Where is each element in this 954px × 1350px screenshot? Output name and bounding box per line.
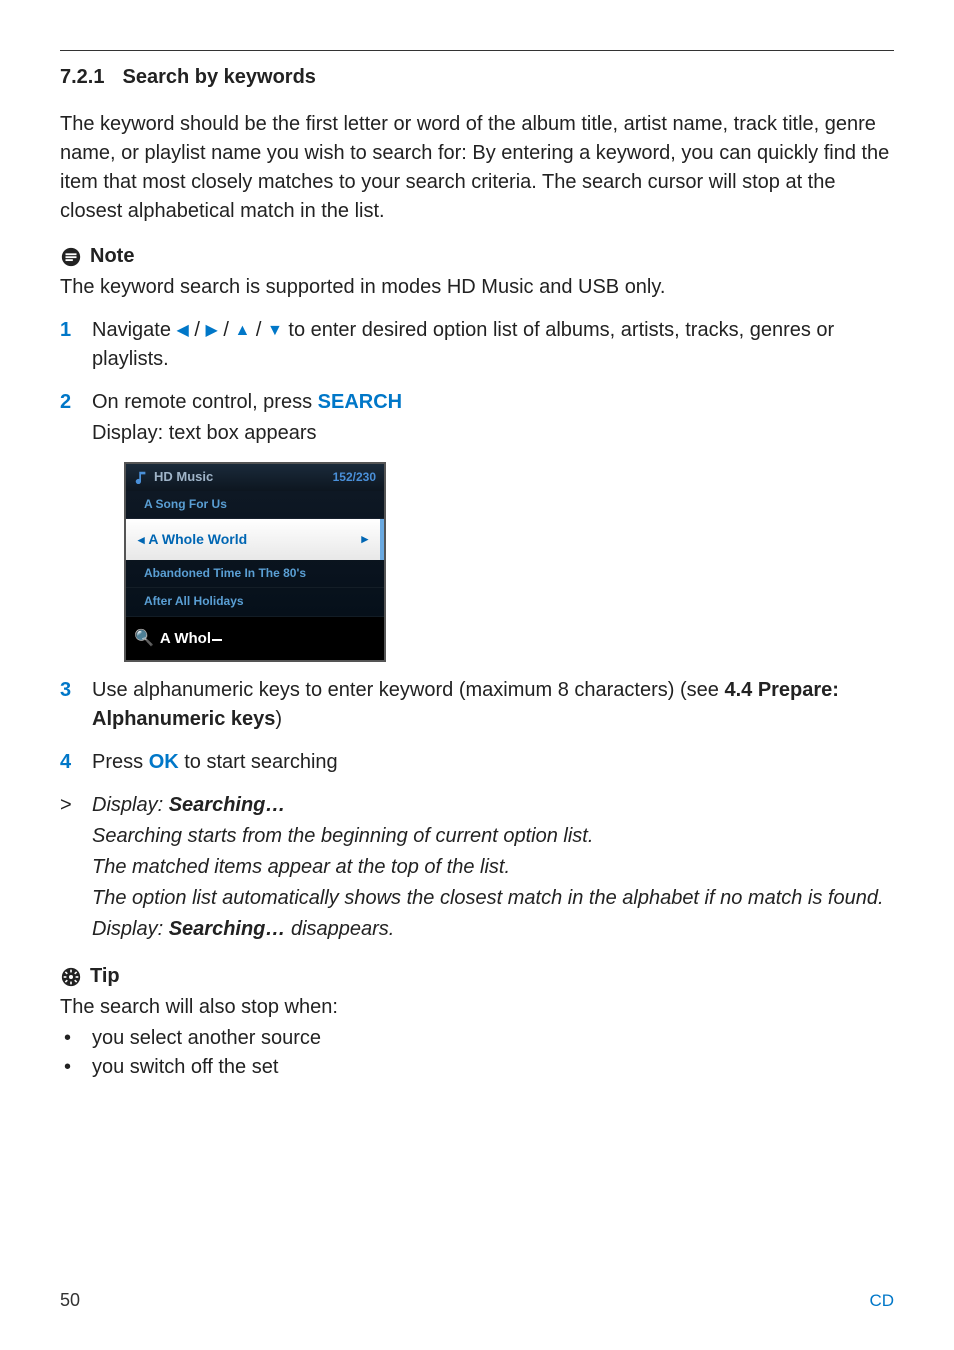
result-text: disappears. <box>285 918 394 940</box>
screenshot-search-row: 🔍 A Whol <box>126 617 384 660</box>
step-content: Use alphanumeric keys to enter keyword (… <box>92 676 894 734</box>
list-item: After All Holidays <box>126 588 384 616</box>
step-text: to start searching <box>179 751 338 773</box>
steps-list-continued: 3 Use alphanumeric keys to enter keyword… <box>60 676 894 944</box>
step-content: Press OK to start searching <box>92 748 894 777</box>
down-arrow-icon: ▼ <box>267 322 283 339</box>
page-number: 50 <box>60 1287 80 1313</box>
right-caret-icon: ▸ <box>361 530 368 549</box>
step-4: 4 Press OK to start searching <box>60 748 894 777</box>
bullet-item: •you select another source <box>60 1024 894 1053</box>
step-text: to enter desired option list of albums, … <box>92 319 834 370</box>
left-caret-icon: ◂ <box>138 532 145 547</box>
search-button-label: SEARCH <box>318 391 402 413</box>
music-icon <box>134 470 148 484</box>
step-content: Navigate ◀ / ▶ / ▲ / ▼ to enter desired … <box>92 316 894 374</box>
list-item: A Song For Us <box>126 491 384 519</box>
list-item-selected: ◂ A Whole World ▸ <box>126 519 384 560</box>
screenshot-list: A Song For Us ◂ A Whole World ▸ Abandone… <box>126 491 384 617</box>
step-text: Press <box>92 751 149 773</box>
step-marker: 2 <box>60 388 92 448</box>
bullet-item: •you switch off the set <box>60 1053 894 1082</box>
note-label: Note <box>90 242 134 271</box>
footer-section: CD <box>869 1289 894 1314</box>
search-input-text: A Whol <box>160 630 211 647</box>
list-item: Abandoned Time In The 80's <box>126 560 384 588</box>
bullet-dot: • <box>60 1024 92 1053</box>
magnifier-icon: 🔍 <box>134 627 154 650</box>
selected-item-label: A Whole World <box>148 531 247 547</box>
result-content: Display: Searching… Searching starts fro… <box>92 791 894 944</box>
intro-paragraph: The keyword should be the first letter o… <box>60 110 894 226</box>
tip-label: Tip <box>90 962 120 991</box>
section-heading: 7.2.1 Search by keywords <box>60 63 894 92</box>
page-footer: 50 CD <box>60 1287 894 1314</box>
bullet-dot: • <box>60 1053 92 1082</box>
result-text: Display: Searching… disappears. <box>92 915 894 944</box>
device-screenshot: HD Music 152/230 A Song For Us ◂ A Whole… <box>124 462 386 662</box>
result-marker: > <box>60 791 92 944</box>
note-text: The keyword search is supported in modes… <box>60 273 894 302</box>
step-content: On remote control, press SEARCH Display:… <box>92 388 894 448</box>
heading-number: 7.2.1 <box>60 66 104 88</box>
step-text: Navigate <box>92 319 177 341</box>
right-arrow-icon: ▶ <box>205 322 217 339</box>
heading-title: Search by keywords <box>122 66 315 88</box>
up-arrow-icon: ▲ <box>234 322 250 339</box>
note-row: Note <box>60 242 894 271</box>
screenshot-title: HD Music <box>154 468 213 487</box>
result-text: Display: <box>92 794 169 816</box>
left-arrow-icon: ◀ <box>177 322 189 339</box>
step-marker: 4 <box>60 748 92 777</box>
result-block: > Display: Searching… Searching starts f… <box>60 791 894 944</box>
steps-list: 1 Navigate ◀ / ▶ / ▲ / ▼ to enter desire… <box>60 316 894 448</box>
step-text: Use alphanumeric keys to enter keyword (… <box>92 679 724 701</box>
note-icon <box>60 246 82 268</box>
step-marker: 3 <box>60 676 92 734</box>
result-bold: Searching… <box>169 918 286 940</box>
step-text: ) <box>275 708 282 730</box>
result-text: The option list automatically shows the … <box>92 884 894 913</box>
bullet-text: you select another source <box>92 1024 321 1053</box>
result-text: Display: <box>92 918 169 940</box>
screenshot-header: HD Music 152/230 <box>126 464 384 491</box>
step-1: 1 Navigate ◀ / ▶ / ▲ / ▼ to enter desire… <box>60 316 894 374</box>
step-subtext: Display: text box appears <box>92 419 894 448</box>
tip-icon <box>60 966 82 988</box>
screenshot-count: 152/230 <box>333 469 376 486</box>
ok-button-label: OK <box>149 751 179 773</box>
result-text: Searching starts from the beginning of c… <box>92 822 894 851</box>
cursor-icon <box>212 639 222 641</box>
step-2: 2 On remote control, press SEARCH Displa… <box>60 388 894 448</box>
result-text: The matched items appear at the top of t… <box>92 853 894 882</box>
top-rule <box>60 50 894 51</box>
tip-intro: The search will also stop when: <box>60 993 894 1022</box>
step-marker: 1 <box>60 316 92 374</box>
result-bold: Searching… <box>169 794 286 816</box>
tip-row: Tip <box>60 962 894 991</box>
tip-bullets: •you select another source •you switch o… <box>60 1024 894 1082</box>
bullet-text: you switch off the set <box>92 1053 278 1082</box>
step-text: On remote control, press <box>92 391 318 413</box>
step-3: 3 Use alphanumeric keys to enter keyword… <box>60 676 894 734</box>
